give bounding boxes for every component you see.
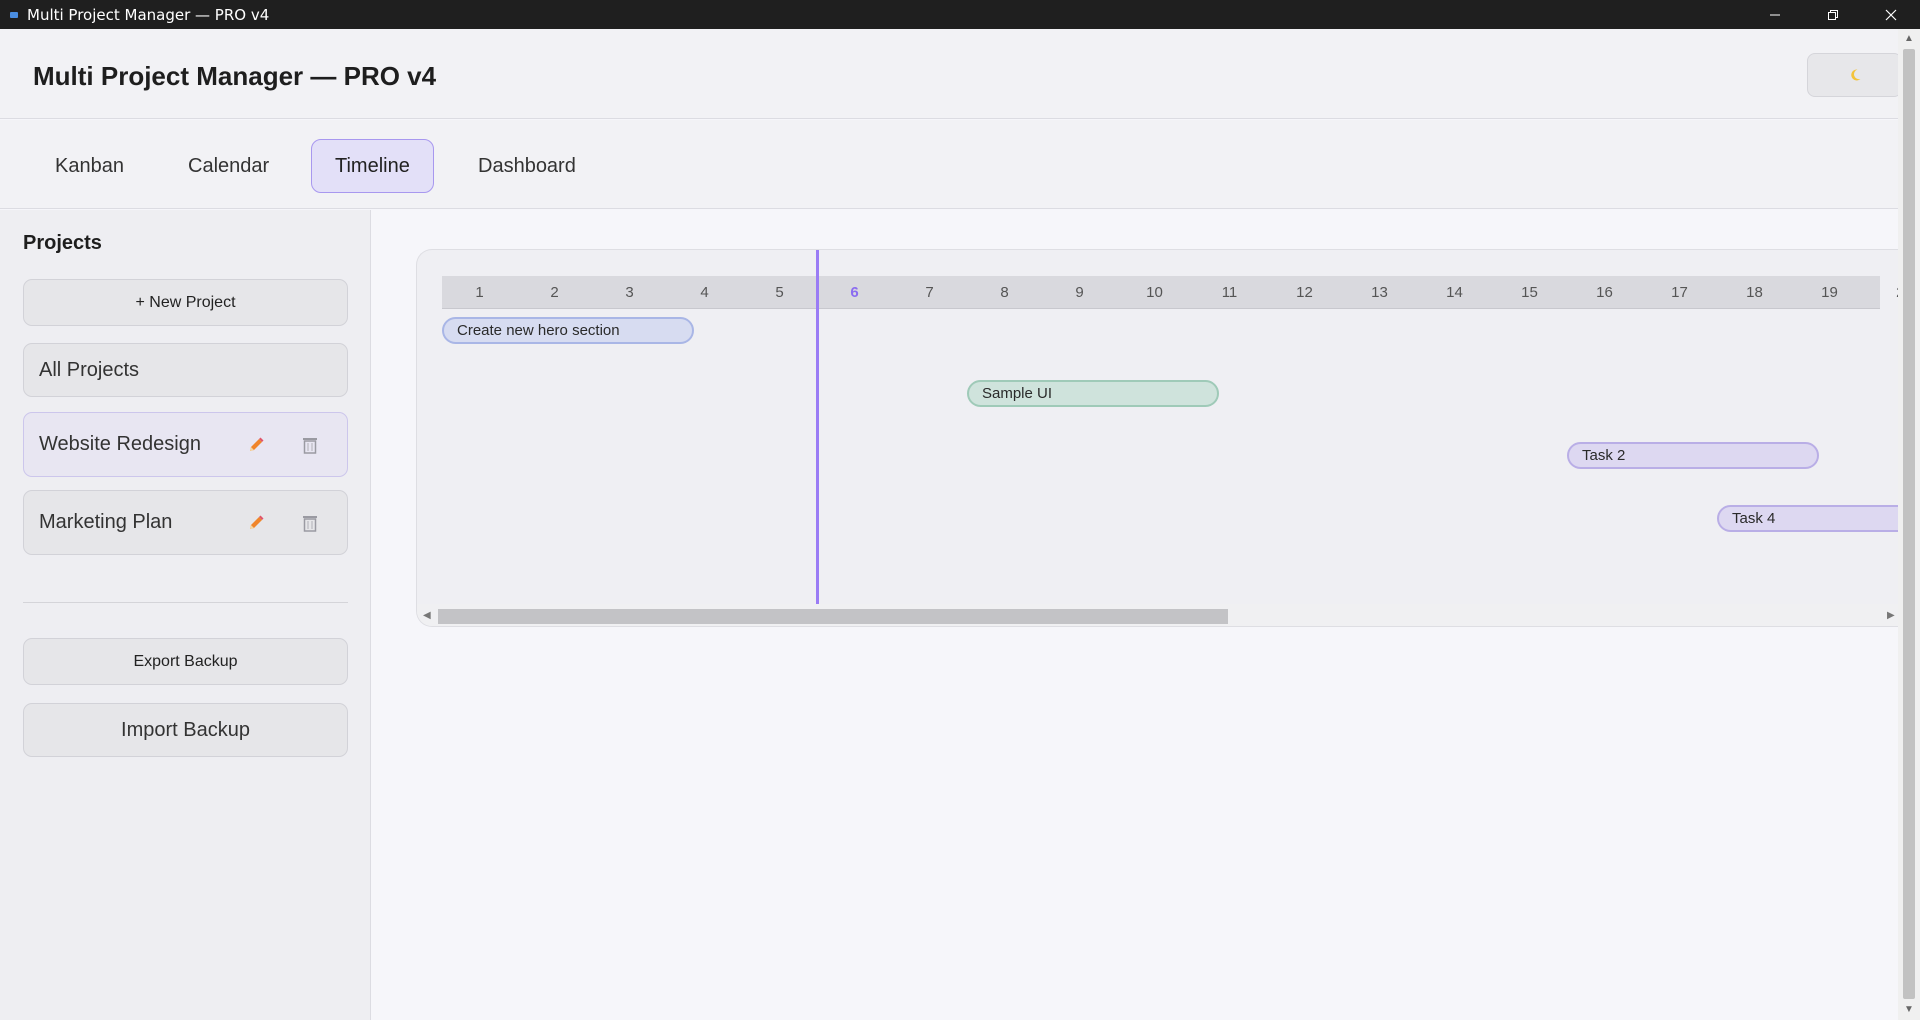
tab-dashboard[interactable]: Dashboard: [455, 139, 599, 193]
app-title: Multi Project Manager — PRO v4: [33, 61, 437, 91]
timeline-day-label: 6: [850, 284, 859, 301]
timeline-panel: 1234567891011121314151617181920 Create n…: [416, 249, 1898, 627]
minimize-button[interactable]: [1746, 0, 1804, 29]
timeline-day-label: 8: [1000, 284, 1009, 301]
timeline-horizontal-scrollbar[interactable]: ◀ ▶: [417, 604, 1898, 626]
timeline-task-bar[interactable]: Create new hero section: [442, 317, 694, 344]
trash-icon[interactable]: [301, 513, 319, 533]
scroll-left-icon[interactable]: ◀: [423, 610, 431, 621]
timeline-task-bar[interactable]: Sample UI: [967, 379, 1219, 407]
theme-toggle-button[interactable]: [1807, 53, 1902, 97]
export-backup-button[interactable]: Export Backup: [23, 638, 348, 685]
close-icon: [1885, 9, 1897, 20]
timeline-day-label: 18: [1746, 284, 1763, 301]
edit-icon[interactable]: [246, 435, 266, 455]
scroll-thumb[interactable]: [1903, 49, 1915, 999]
timeline-day-label: 9: [1075, 284, 1084, 301]
import-backup-button[interactable]: Import Backup: [23, 703, 348, 757]
sidebar-divider: [23, 602, 348, 603]
page-vertical-scrollbar[interactable]: ▲ ▼: [1898, 29, 1920, 1020]
tab-timeline[interactable]: Timeline: [311, 139, 434, 193]
timeline-day-header: 1234567891011121314151617181920: [442, 276, 1898, 309]
timeline-day-label: 3: [625, 284, 634, 301]
scroll-up-icon[interactable]: ▲: [1904, 33, 1914, 44]
project-item-website-redesign[interactable]: Website Redesign: [23, 412, 348, 477]
timeline-day-label: 13: [1371, 284, 1388, 301]
minimize-icon: [1770, 14, 1780, 15]
timeline-day-label: 14: [1446, 284, 1463, 301]
restore-icon: [1828, 9, 1838, 20]
timeline-day-label: 19: [1821, 284, 1838, 301]
window-title: Multi Project Manager — PRO v4: [27, 5, 270, 24]
timeline-task-bar[interactable]: Task 4: [1717, 504, 1898, 532]
today-marker: [816, 250, 819, 604]
tab-calendar[interactable]: Calendar: [165, 139, 292, 193]
app-icon: [7, 8, 21, 22]
timeline-day-label: 1: [475, 284, 484, 301]
sidebar-heading: Projects: [23, 232, 102, 254]
timeline-day-label: 2: [550, 284, 559, 301]
scroll-right-icon[interactable]: ▶: [1887, 610, 1895, 621]
scroll-down-icon[interactable]: ▼: [1904, 1004, 1914, 1015]
timeline-task-bar[interactable]: Task 2: [1567, 442, 1819, 469]
restore-button[interactable]: [1804, 0, 1862, 29]
timeline-day-label: 7: [925, 284, 934, 301]
moon-icon: [1850, 69, 1860, 81]
tab-kanban[interactable]: Kanban: [32, 139, 147, 193]
edit-icon[interactable]: [246, 513, 266, 533]
timeline-day-label: 10: [1146, 284, 1163, 301]
scroll-thumb[interactable]: [438, 609, 1228, 624]
app-header: Multi Project Manager — PRO v4: [0, 29, 1902, 119]
timeline-day-label: 5: [775, 284, 784, 301]
timeline-day-label: 20: [1867, 276, 1898, 309]
project-name: Website Redesign: [39, 433, 201, 455]
close-button[interactable]: [1862, 0, 1920, 29]
all-projects-button[interactable]: All Projects: [23, 343, 348, 397]
window-titlebar: Multi Project Manager — PRO v4: [0, 0, 1920, 29]
trash-icon[interactable]: [301, 435, 319, 455]
timeline-day-label: 15: [1521, 284, 1538, 301]
timeline-day-label: 12: [1296, 284, 1313, 301]
project-name: Marketing Plan: [39, 511, 173, 533]
view-tabs: Kanban Calendar Timeline Dashboard: [0, 120, 1898, 209]
sidebar: Projects + New Project All Projects Webs…: [0, 210, 371, 1020]
timeline-day-label: 4: [700, 284, 709, 301]
timeline-day-label: 11: [1221, 284, 1238, 301]
project-item-marketing-plan[interactable]: Marketing Plan: [23, 490, 348, 555]
timeline-day-label: 16: [1596, 284, 1613, 301]
timeline-day-label: 17: [1671, 284, 1688, 301]
new-project-button[interactable]: + New Project: [23, 279, 348, 326]
